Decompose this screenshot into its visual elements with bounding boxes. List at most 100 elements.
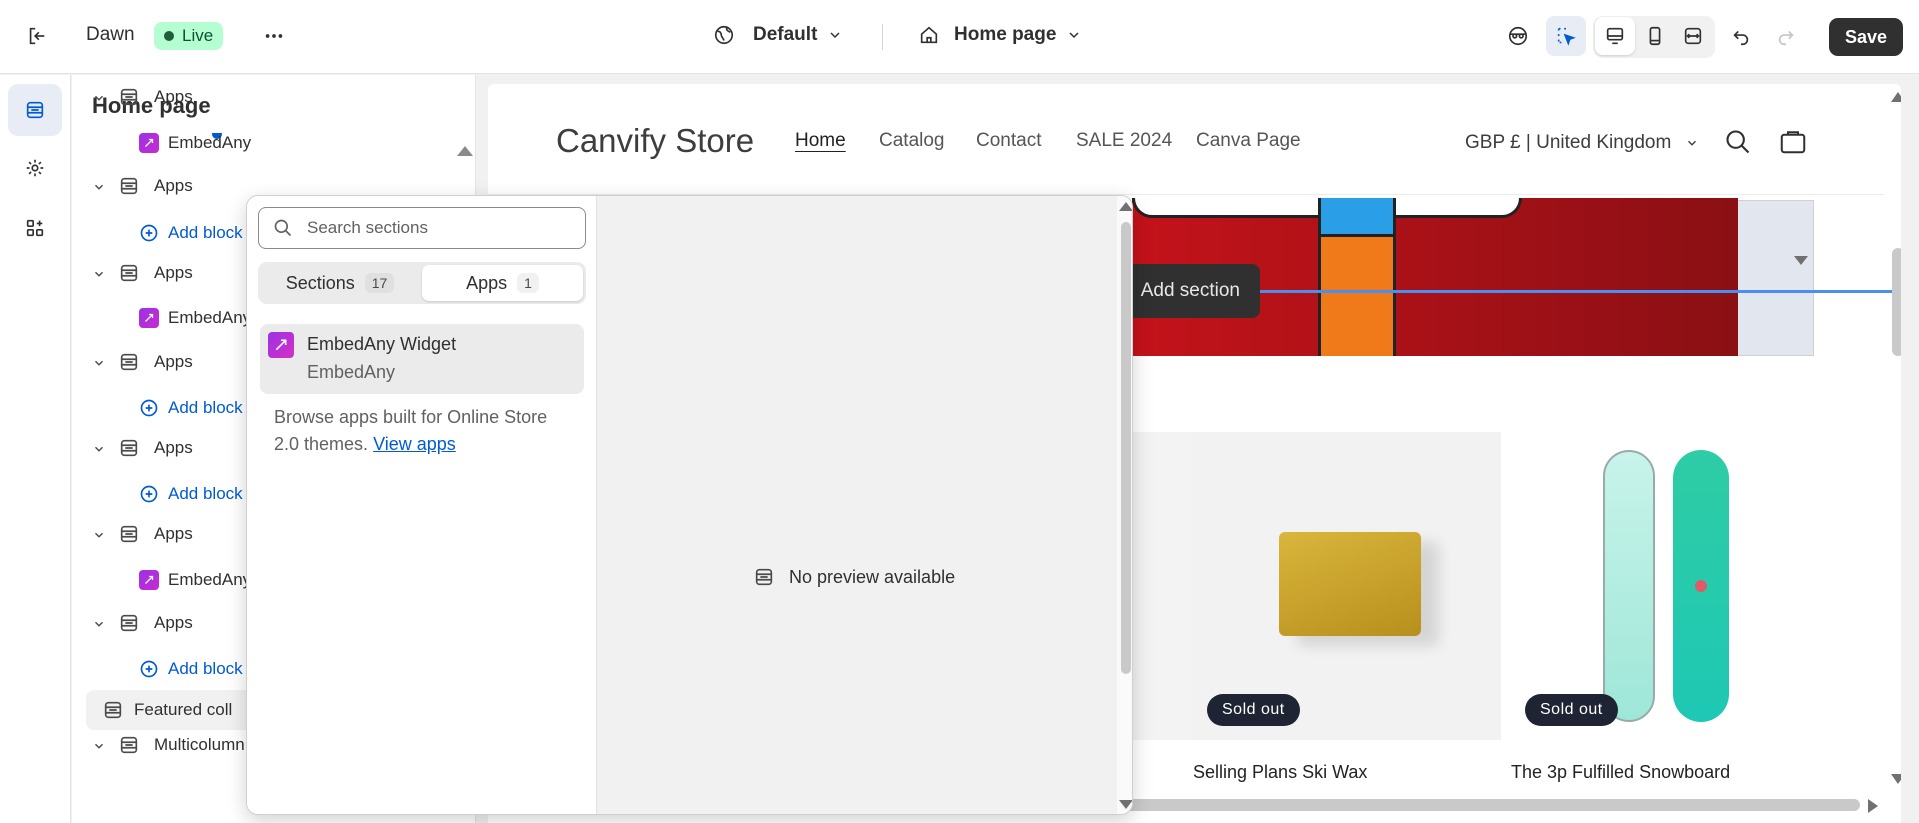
picker-scrollbar[interactable] [1121,222,1131,674]
picker-scroll-up-icon[interactable] [1119,202,1132,211]
section-label: Apps [154,87,193,106]
add-circle-icon [139,223,159,243]
app-card-embedany[interactable]: EmbedAny Widget EmbedAny [260,324,584,394]
sidebar-app-block-row[interactable]: EmbedAny [72,123,475,163]
app-block-label: EmbedAny [168,308,252,327]
chevron-down-icon[interactable] [92,266,106,280]
section-label: Apps [154,524,193,543]
no-preview-message: No preview available [753,566,955,588]
mobile-icon[interactable] [1635,16,1675,56]
page-dropdown-label: Home page [954,24,1057,45]
scroll-right-icon[interactable] [1868,799,1878,813]
embedany-app-icon [268,332,294,358]
undo-icon[interactable] [1721,16,1761,56]
nav-catalog[interactable]: Catalog [879,130,945,152]
search-icon[interactable] [1724,128,1752,156]
nav-canva-page[interactable]: Canva Page [1196,130,1301,152]
preview-vscrollbar[interactable] [1892,248,1901,356]
section-label: Apps [154,263,193,282]
chevron-down-icon[interactable] [92,616,106,630]
live-dot-icon [164,31,174,41]
add-circle-icon [139,659,159,679]
embedany-app-icon [139,308,159,328]
chevron-down-icon[interactable] [92,441,106,455]
toolbar-divider [882,24,883,50]
desktop-icon[interactable] [1595,17,1635,55]
add-block-label: Add block [168,659,243,678]
section-icon [118,86,140,108]
add-block-label: Add block [168,223,243,242]
embedany-app-icon [139,570,159,590]
inspector-select-icon[interactable] [1546,16,1586,56]
picker-tab-group: Sections 17 Apps 1 [258,262,586,304]
chevron-down-icon [830,32,840,39]
left-rail [0,75,71,823]
globe-icon [714,25,734,45]
settings-gear-icon[interactable] [8,142,62,194]
nav-sale[interactable]: SALE 2024 [1076,130,1172,152]
sidebar-scroll-up-icon[interactable] [457,146,473,156]
top-bar: Dawn Live Default Home page Save [0,0,1919,74]
product-title[interactable]: The 3p Fulfilled Snowboard [1511,762,1730,783]
tab-sections-count: 17 [364,273,395,293]
product-title[interactable]: Selling Plans Ski Wax [1193,762,1367,783]
chevron-down-icon[interactable] [92,179,106,193]
search-sections-input[interactable] [307,217,577,239]
live-label: Live [182,26,214,45]
app-block-label: EmbedAny [168,133,252,152]
section-icon [118,437,140,459]
tab-apps-label: Apps [466,272,508,293]
snowboard-right [1673,450,1729,722]
full-width-icon[interactable] [1673,16,1713,56]
more-actions-icon[interactable] [254,16,294,56]
save-button[interactable]: Save [1829,18,1903,56]
sold-out-badge: Sold out [1525,694,1618,726]
cart-icon[interactable] [1778,126,1808,156]
preview-eye-icon[interactable] [1498,16,1538,56]
section-icon [118,351,140,373]
chevron-down-icon[interactable] [92,527,106,541]
chevron-down-icon[interactable] [92,355,106,369]
tab-sections-label: Sections [285,272,355,293]
section-icon [118,175,140,197]
section-label: Featured coll [134,700,233,719]
chevron-down-icon[interactable] [92,738,106,752]
add-circle-icon [139,398,159,418]
product-image-wax[interactable]: Sold out [1193,432,1501,740]
view-dropdown[interactable]: Default [713,24,843,46]
tab-apps[interactable]: Apps 1 [422,265,583,301]
no-preview-label: No preview available [789,566,956,587]
section-label: Apps [154,438,193,457]
scroll-up-icon[interactable] [1891,92,1901,102]
add-block-label: Add block [168,484,243,503]
exit-icon[interactable] [17,16,57,56]
app-vendor: EmbedAny [307,362,396,382]
theme-name: Dawn [86,24,135,45]
page-dropdown[interactable]: Home page [918,24,1082,46]
app-block-label: EmbedAny [168,570,252,589]
browse-apps-text: Browse apps built for Online Store 2.0 t… [274,404,574,458]
product-image-snowboard[interactable]: Sold out [1511,432,1819,740]
chevron-down-icon [1069,32,1079,39]
app-embeds-icon[interactable] [8,202,62,254]
chevron-down-icon[interactable] [92,90,106,104]
picker-list-pane: Sections 17 Apps 1 EmbedAny Widget Embed… [247,196,597,814]
sections-nav-icon[interactable] [8,84,62,136]
scroll-down-icon[interactable] [1891,774,1901,784]
redo-icon[interactable] [1766,16,1806,56]
search-box[interactable] [258,207,586,249]
preview-hscrollbar[interactable] [1100,799,1860,811]
store-logo[interactable]: Canvify Store [556,122,754,160]
currency-selector[interactable]: GBP £ | United Kingdom [1465,132,1699,154]
banner-scroll-down-icon[interactable] [1794,256,1808,265]
picker-scroll-down-icon[interactable] [1119,800,1132,809]
nav-home[interactable]: Home [795,130,846,152]
nav-contact[interactable]: Contact [976,130,1041,152]
tab-sections[interactable]: Sections 17 [261,265,419,301]
banner-figure-legs [1321,234,1393,356]
section-icon [118,523,140,545]
view-apps-link[interactable]: View apps [373,434,456,454]
sidebar-section-row[interactable]: Apps [72,77,475,117]
live-status-badge: Live [154,22,224,50]
app-name: EmbedAny Widget [307,334,457,354]
